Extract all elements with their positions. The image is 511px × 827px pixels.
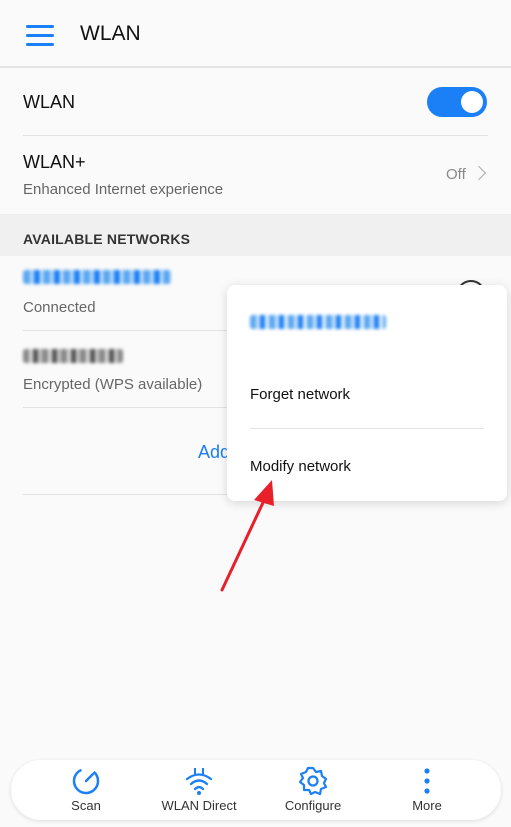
nav-label: More (412, 798, 442, 813)
nav-label: WLAN Direct (161, 798, 237, 813)
bottom-navigation: Scan WLAN Direct Configure More (11, 760, 501, 820)
annotation-arrow-icon (220, 480, 274, 592)
wlan-direct-icon (185, 768, 213, 795)
scan-icon (72, 767, 100, 795)
nav-wlan-direct[interactable]: WLAN Direct (139, 760, 259, 820)
more-vertical-icon (424, 768, 430, 794)
nav-configure[interactable]: Configure (253, 760, 373, 820)
nav-label: Scan (71, 798, 101, 813)
nav-scan[interactable]: Scan (26, 760, 146, 820)
nav-more[interactable]: More (367, 760, 487, 820)
nav-label: Configure (284, 798, 342, 813)
gear-icon (298, 766, 328, 796)
